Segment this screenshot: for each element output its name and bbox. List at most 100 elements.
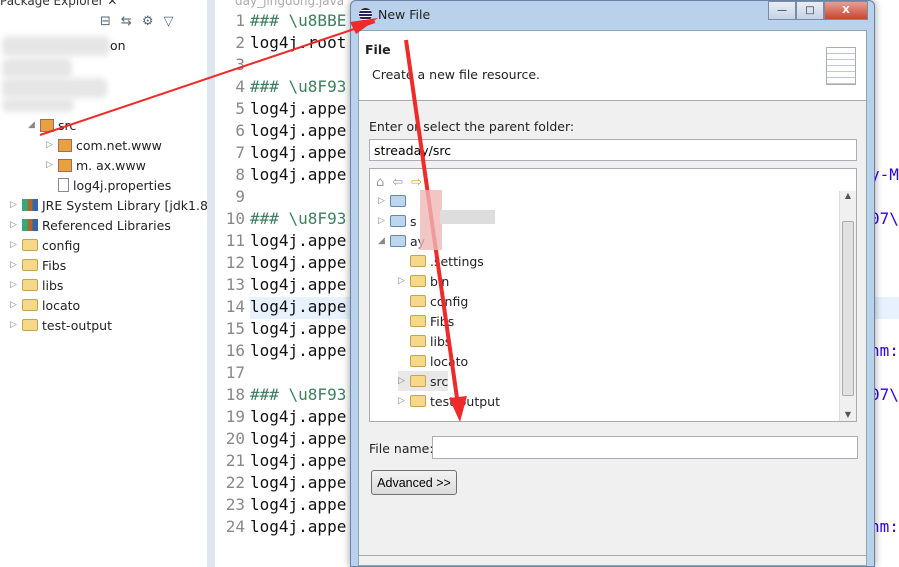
file-name-input[interactable] bbox=[432, 436, 858, 459]
code-line[interactable]: log4j.appe bbox=[250, 319, 346, 338]
scroll-down-icon[interactable]: ▼ bbox=[840, 410, 856, 419]
tree-item[interactable]: ▷ locato bbox=[10, 295, 80, 315]
folder-tree-item[interactable]: Fibs bbox=[398, 311, 454, 331]
expand-icon[interactable]: ▷ bbox=[10, 300, 18, 310]
folder-tree-item[interactable]: locato bbox=[398, 351, 468, 371]
line-number: 12 bbox=[225, 253, 245, 272]
folder-tree-item[interactable]: ▷ s bbox=[378, 211, 417, 231]
expand-icon[interactable]: ▷ bbox=[378, 196, 386, 206]
expand-icon[interactable]: ▷ bbox=[46, 140, 54, 150]
code-line[interactable]: log4j.appe bbox=[250, 341, 346, 360]
code-line[interactable]: log4j.appe bbox=[250, 121, 346, 140]
code-line[interactable]: log4j.appe bbox=[250, 407, 346, 426]
tree-item[interactable]: ◢ src bbox=[28, 115, 76, 135]
line-number: 10 bbox=[225, 209, 245, 228]
expand-icon[interactable]: ▷ bbox=[10, 320, 18, 330]
code-line[interactable]: log4j.appe bbox=[250, 275, 346, 294]
folder-tree-item[interactable]: ▷ bin bbox=[398, 271, 449, 291]
folder-icon bbox=[22, 239, 38, 251]
code-line[interactable]: log4j.appe bbox=[250, 297, 346, 316]
expand-icon[interactable]: ▷ bbox=[398, 396, 406, 406]
advanced-button[interactable]: Advanced >> bbox=[371, 470, 457, 495]
expand-icon[interactable]: ▷ bbox=[10, 240, 18, 250]
redacted-blur bbox=[2, 36, 110, 56]
code-line[interactable]: log4j.appe bbox=[250, 231, 346, 250]
sash[interactable] bbox=[207, 0, 215, 567]
folder-icon bbox=[410, 355, 426, 367]
expand-icon[interactable]: ▷ bbox=[10, 220, 18, 230]
code-line[interactable]: log4j.appe bbox=[250, 517, 346, 536]
tree-item-label: com.net.www bbox=[76, 137, 162, 153]
link-editor-icon[interactable]: ⇆ bbox=[121, 14, 132, 29]
folder-tree-item[interactable]: ◢ ay bbox=[378, 231, 425, 251]
tree-item[interactable]: ▷ libs bbox=[10, 275, 63, 295]
folder-tree-item[interactable]: libs bbox=[398, 331, 451, 351]
filter-icon[interactable]: ⚙ bbox=[142, 14, 154, 29]
expand-icon[interactable]: ◢ bbox=[28, 120, 36, 130]
tree-scrollbar[interactable]: ▲ ▼ bbox=[839, 191, 856, 421]
expand-icon[interactable]: ▷ bbox=[378, 216, 386, 226]
line-number: 1 bbox=[235, 11, 245, 30]
tree-item[interactable]: log4j.properties bbox=[46, 175, 171, 195]
tree-item[interactable]: ▷ test-output bbox=[10, 315, 112, 335]
project-icon bbox=[390, 195, 406, 207]
code-line[interactable]: ### \u8F93 bbox=[250, 385, 346, 404]
folder-icon bbox=[410, 295, 426, 307]
scrollbar-thumb[interactable] bbox=[842, 221, 854, 396]
folder-tree-item[interactable]: config bbox=[398, 291, 468, 311]
minimize-button[interactable]: — bbox=[768, 1, 796, 20]
back-icon[interactable]: ⇦ bbox=[392, 175, 403, 190]
folder-tree-item[interactable]: ▷ bbox=[378, 191, 410, 211]
folder-tree-item[interactable]: ▷ test-output bbox=[398, 391, 500, 411]
code-line[interactable]: ### \u8F93 bbox=[250, 209, 346, 228]
package-icon bbox=[58, 138, 72, 152]
line-number: 13 bbox=[225, 275, 245, 294]
tree-item[interactable]: ▷ com.net.www bbox=[46, 135, 162, 155]
code-line[interactable]: log4j.appe bbox=[250, 143, 346, 162]
line-number: 22 bbox=[225, 473, 245, 492]
tree-item[interactable]: ▷ JRE System Library [jdk1.8.0 bbox=[10, 195, 220, 215]
file-name-label: File name: bbox=[369, 441, 434, 456]
parent-folder-input[interactable] bbox=[369, 139, 857, 161]
tree-item[interactable]: ▷ config bbox=[10, 235, 80, 255]
tree-item[interactable]: ▷ Fibs bbox=[10, 255, 66, 275]
code-line[interactable]: log4j.appe bbox=[250, 165, 346, 184]
view-menu-icon[interactable]: ▽ bbox=[163, 14, 173, 29]
expand-icon[interactable]: ▷ bbox=[398, 376, 406, 386]
line-number: 16 bbox=[225, 341, 245, 360]
close-button[interactable]: X bbox=[824, 1, 868, 20]
collapse-all-icon[interactable]: ⊟ bbox=[100, 14, 111, 29]
scroll-up-icon[interactable]: ▲ bbox=[840, 191, 856, 200]
folder-label: src bbox=[430, 373, 449, 389]
line-number: 2 bbox=[235, 33, 245, 52]
package-explorer: Package Explorer ✕ ⊟ ⇆ ⚙ ▽ on ◢ src ▷ com.n… bbox=[0, 0, 220, 567]
code-line[interactable]: log4j.appe bbox=[250, 99, 346, 118]
maximize-button[interactable]: □ bbox=[796, 1, 824, 20]
code-line[interactable]: log4j.appe bbox=[250, 495, 346, 514]
code-line[interactable]: log4j.root bbox=[250, 33, 346, 52]
folder-icon bbox=[410, 335, 426, 347]
forward-icon[interactable]: ⇨ bbox=[411, 175, 422, 190]
tree-item-label: libs bbox=[42, 277, 64, 293]
folder-tree-item[interactable]: .settings bbox=[398, 251, 484, 271]
home-icon[interactable]: ⌂ bbox=[376, 175, 384, 190]
folder-tree[interactable]: ⌂ ⇦ ⇨ ▷ ▷ s ◢ ay .settings ▷ bin config Fibs libs… bbox=[369, 168, 857, 422]
expand-icon[interactable]: ◢ bbox=[378, 236, 386, 246]
expand-icon[interactable]: ▷ bbox=[398, 276, 406, 286]
editor-tab[interactable]: day_jingdong.java bbox=[235, 0, 344, 8]
expand-icon[interactable]: ▷ bbox=[10, 280, 18, 290]
code-line[interactable]: log4j.appe bbox=[250, 473, 346, 492]
tree-item[interactable]: ▷ m. ax.www bbox=[46, 155, 146, 175]
code-line[interactable]: log4j.appe bbox=[250, 253, 346, 272]
redacted-blur bbox=[2, 98, 74, 112]
expand-icon[interactable]: ▷ bbox=[46, 160, 54, 170]
folder-tree-item[interactable]: ▷ src bbox=[398, 371, 449, 391]
expand-icon[interactable]: ▷ bbox=[10, 200, 18, 210]
tree-item[interactable]: ▷ Referenced Libraries bbox=[10, 215, 171, 235]
code-line[interactable]: ### \u8BBE bbox=[250, 11, 346, 30]
code-line[interactable]: log4j.appe bbox=[250, 451, 346, 470]
package-explorer-tab[interactable]: Package Explorer ✕ bbox=[0, 0, 117, 8]
expand-icon[interactable]: ▷ bbox=[10, 260, 18, 270]
code-line[interactable]: ### \u8F93 bbox=[250, 77, 346, 96]
code-line[interactable]: log4j.appe bbox=[250, 429, 346, 448]
